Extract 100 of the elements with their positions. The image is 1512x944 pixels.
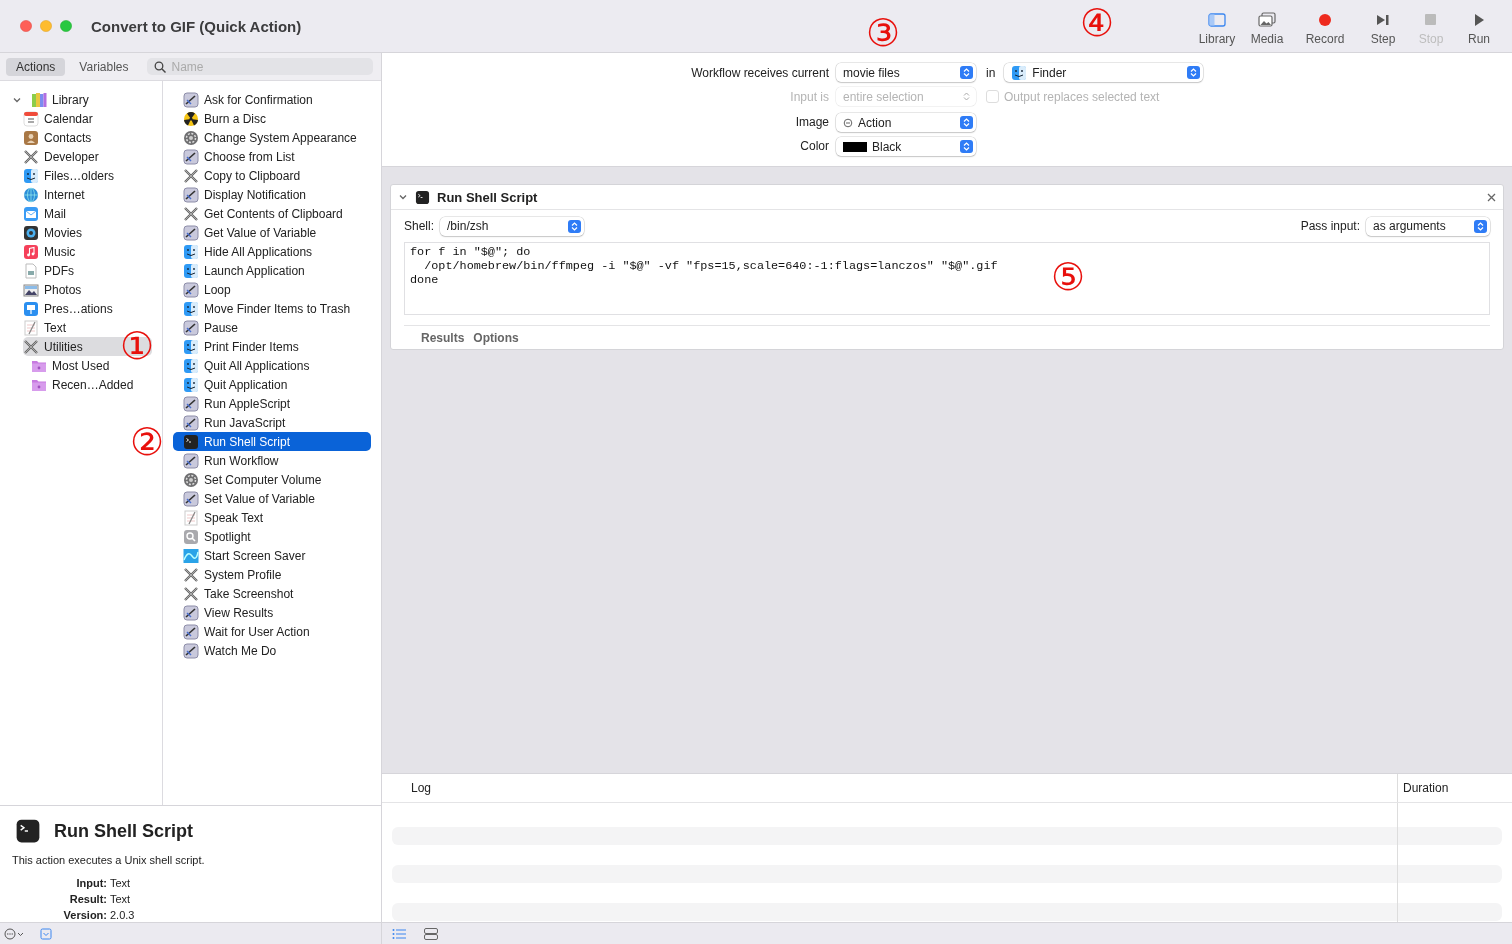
- toolbar-button[interactable]: Media: [1242, 0, 1292, 52]
- screen-icon: [183, 547, 199, 564]
- action-item[interactable]: Run Shell Script: [173, 432, 371, 451]
- action-item[interactable]: Copy to Clipboard: [173, 166, 371, 185]
- action-item[interactable]: Loop: [173, 280, 371, 299]
- sidebar-item[interactable]: Music: [23, 242, 162, 261]
- sidebar-item[interactable]: Movies: [23, 223, 162, 242]
- tools-icon: [183, 167, 199, 184]
- tools-icon: [183, 566, 199, 583]
- action-description: This action executes a Unix shell script.: [12, 854, 206, 866]
- tools-icon: [183, 585, 199, 602]
- action-item[interactable]: Run JavaScript: [173, 413, 371, 432]
- action-item[interactable]: Run Workflow: [173, 451, 371, 470]
- action-item[interactable]: Launch Application: [173, 261, 371, 280]
- updown-icon: [960, 116, 973, 129]
- action-item[interactable]: Run AppleScript: [173, 394, 371, 413]
- face-icon: [183, 338, 199, 355]
- action-item[interactable]: Get Contents of Clipboard: [173, 204, 371, 223]
- action-item[interactable]: Move Finder Items to Trash: [173, 299, 371, 318]
- sidebar-item[interactable]: Developer: [23, 147, 162, 166]
- updown-icon: [568, 219, 582, 233]
- pen-icon: [183, 281, 199, 298]
- input-type-popup[interactable]: movie files: [836, 63, 976, 82]
- action-item[interactable]: Choose from List: [173, 147, 371, 166]
- sidebar-item[interactable]: Recen…Added: [10, 375, 162, 394]
- action-item[interactable]: Speak Text: [173, 508, 371, 527]
- action-item[interactable]: Set Value of Variable: [173, 489, 371, 508]
- image-popup[interactable]: Action: [836, 113, 976, 132]
- toolbar-button[interactable]: Record: [1292, 0, 1358, 52]
- contact-icon: [23, 129, 39, 146]
- action-item[interactable]: Change System Appearance: [173, 128, 371, 147]
- updown-icon: [1187, 66, 1201, 79]
- action-item[interactable]: Get Value of Variable: [173, 223, 371, 242]
- shell-popup[interactable]: /bin/zsh: [440, 216, 585, 236]
- action-title: Run Shell Script: [54, 820, 194, 842]
- sidebar-item[interactable]: Files…olders: [23, 166, 162, 185]
- action-item[interactable]: Spotlight: [173, 527, 371, 546]
- action-item[interactable]: Pause: [173, 318, 371, 337]
- field-label: Pass input:: [1300, 219, 1360, 233]
- sidebar-item[interactable]: Library: [10, 90, 162, 109]
- color-popup[interactable]: Black: [836, 137, 976, 156]
- sidebar-item[interactable]: Photos: [23, 280, 162, 299]
- action-item[interactable]: Wait for User Action: [173, 622, 371, 641]
- sidebar-item[interactable]: Calendar: [23, 109, 162, 128]
- tab[interactable]: Actions: [6, 57, 66, 76]
- face-icon: [183, 376, 199, 393]
- close-icon: [1487, 192, 1496, 202]
- action-item[interactable]: Start Screen Saver: [173, 546, 371, 565]
- record-icon: [1316, 12, 1334, 28]
- photo-icon: [23, 281, 39, 298]
- notepad-icon: [183, 509, 199, 526]
- pass-input-popup[interactable]: as arguments: [1366, 216, 1490, 236]
- field-label: Result:: [68, 892, 107, 907]
- tab[interactable]: Options: [469, 328, 523, 347]
- sidebar-icon: [1208, 12, 1226, 28]
- window-control-icon: [40, 20, 52, 32]
- action-item[interactable]: Take Screenshot: [173, 584, 371, 603]
- action-item[interactable]: Print Finder Items: [173, 337, 371, 356]
- field-value: 2.0.3: [110, 908, 136, 923]
- pen-icon: [183, 148, 199, 165]
- sidebar-item[interactable]: Internet: [23, 185, 162, 204]
- movie-icon: [23, 224, 39, 241]
- tools-icon: [183, 205, 199, 222]
- pen-icon: [183, 395, 199, 412]
- action-item[interactable]: System Profile: [173, 565, 371, 584]
- photos-icon: [1258, 12, 1276, 28]
- sidebar-item[interactable]: Contacts: [23, 128, 162, 147]
- column-header: Log: [410, 781, 433, 795]
- action-item[interactable]: Quit All Applications: [173, 356, 371, 375]
- music-note-icon: [23, 243, 39, 260]
- action-item[interactable]: Display Notification: [173, 185, 371, 204]
- action-item[interactable]: Watch Me Do: [173, 641, 371, 660]
- globe-icon: [23, 186, 39, 203]
- action-item[interactable]: Burn a Disc: [173, 109, 371, 128]
- action-item[interactable]: Set Computer Volume: [173, 470, 371, 489]
- window-title: Convert to GIF (Quick Action): [91, 17, 302, 35]
- tab[interactable]: Results: [417, 328, 469, 347]
- action-item[interactable]: Ask for Confirmation: [173, 90, 371, 109]
- toolbar-button[interactable]: Library: [1192, 0, 1242, 52]
- field-label: Version:: [62, 908, 107, 923]
- sidebar-item[interactable]: PDFs: [23, 261, 162, 280]
- face-icon: [183, 243, 199, 260]
- toolbar-button[interactable]: Step: [1358, 0, 1408, 52]
- search-icon: [153, 61, 166, 73]
- action-item[interactable]: View Results: [173, 603, 371, 622]
- search-field[interactable]: Name: [146, 58, 373, 75]
- face-icon: [23, 167, 39, 184]
- field-value: Text: [110, 876, 132, 891]
- action-item[interactable]: Hide All Applications: [173, 242, 371, 261]
- tab[interactable]: Variables: [69, 57, 139, 76]
- field-label: Workflow receives current: [690, 65, 829, 80]
- application-popup[interactable]: Finder: [1004, 63, 1204, 82]
- updown-icon: [1474, 219, 1487, 233]
- sidebar-item[interactable]: Pres…ations: [23, 299, 162, 318]
- sidebar-item[interactable]: Mail: [23, 204, 162, 223]
- face-icon: [183, 300, 199, 317]
- toolbar-button[interactable]: Run: [1454, 0, 1504, 52]
- tools-icon: [23, 148, 39, 165]
- presentation-icon: [23, 300, 39, 317]
- action-item[interactable]: Quit Application: [173, 375, 371, 394]
